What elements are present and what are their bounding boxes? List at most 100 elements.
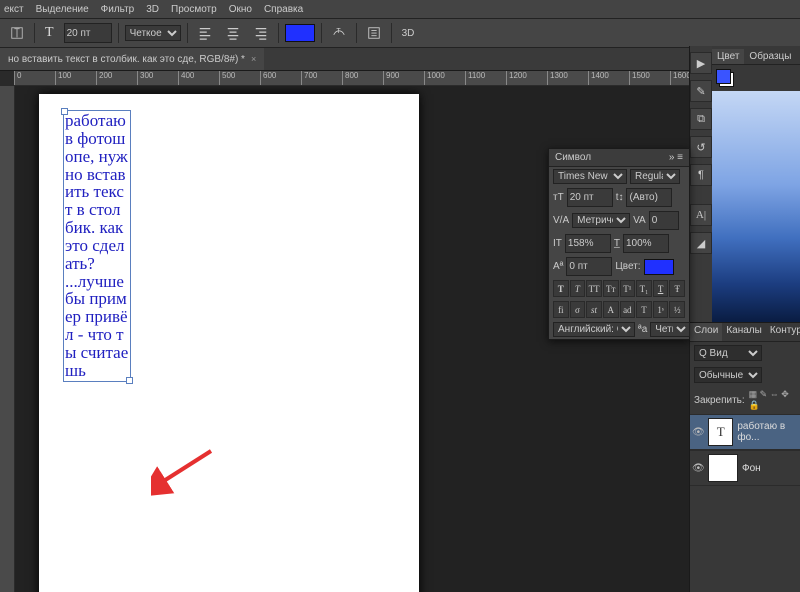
char-panel-icon[interactable] — [363, 24, 385, 42]
text-color-swatch[interactable] — [285, 24, 315, 42]
triangle-icon[interactable]: ◢ — [690, 232, 712, 254]
ot-sigma-button[interactable]: σ — [570, 301, 586, 318]
align-left-icon[interactable] — [194, 24, 216, 42]
leading-field[interactable] — [626, 188, 672, 207]
tab-swatches[interactable]: Образцы — [744, 49, 796, 64]
layer-name[interactable]: Фон — [742, 463, 761, 474]
font-size-input[interactable] — [64, 23, 112, 43]
lock-label: Закрепить: — [694, 395, 745, 406]
font-family-select[interactable]: Times New Ro... — [553, 169, 627, 184]
play-icon[interactable]: ▶ — [690, 52, 712, 74]
ot-a-button[interactable]: A — [603, 301, 619, 318]
tab-paths[interactable]: Контур — [766, 323, 800, 341]
align-right-icon[interactable] — [250, 24, 272, 42]
clone-icon[interactable]: ⧉ — [690, 108, 712, 130]
history-icon[interactable]: ↺ — [690, 136, 712, 158]
ot-st-button[interactable]: st — [586, 301, 602, 318]
3d-icon[interactable]: 3D — [398, 26, 419, 41]
char-aa-select[interactable]: Четкое — [650, 322, 690, 337]
char-a-icon[interactable]: A| — [690, 204, 712, 226]
svg-text:T: T — [336, 28, 341, 35]
char-color-swatch[interactable] — [644, 259, 674, 275]
underline-button[interactable]: T — [653, 280, 669, 297]
menu-3d[interactable]: 3D — [146, 4, 159, 15]
allcaps-button[interactable]: TT — [586, 280, 602, 297]
leading-icon: t↕ — [616, 192, 624, 203]
layer-thumb: T — [708, 418, 733, 446]
kerning-select[interactable]: Метрически — [572, 213, 630, 228]
annotation-arrow — [151, 446, 221, 496]
document-tab[interactable]: но вставить текст в столбик. как это сде… — [0, 48, 264, 70]
tab-color[interactable]: Цвет — [712, 49, 744, 64]
layer-blend-select[interactable]: Обычные — [694, 367, 762, 383]
visibility-icon[interactable]: 👁 — [692, 463, 704, 474]
ot-frac-button[interactable]: ½ — [669, 301, 685, 318]
baseline-field[interactable] — [566, 257, 612, 276]
vscale-field[interactable] — [565, 234, 611, 253]
close-tab-icon[interactable]: × — [251, 54, 256, 64]
menu-text[interactable]: екст — [4, 4, 24, 15]
canvas[interactable]: работаю в фотошопе, нужно вставить текст… — [39, 94, 419, 592]
character-panel-title: Символ — [555, 152, 591, 163]
menu-help[interactable]: Справка — [264, 4, 303, 15]
ruler-horizontal: 0100200300400500600700800900100011001200… — [14, 71, 800, 86]
layer-name[interactable]: работаю в фо... — [737, 421, 798, 443]
faux-bold-button[interactable]: T — [553, 280, 569, 297]
ot-ad-button[interactable]: ad — [620, 301, 636, 318]
canvas-text-content[interactable]: работаю в фотошопе, нужно вставить текст… — [64, 111, 130, 381]
character-panel[interactable]: Символ» ≡ Times New Ro... Regular тТ t↕ … — [548, 148, 690, 340]
tracking-field[interactable] — [649, 211, 679, 230]
superscript-button[interactable]: T¹ — [620, 280, 636, 297]
fg-bg-swatch[interactable] — [716, 69, 734, 87]
main-menu-bar: екст Выделение Фильтр 3D Просмотр Окно С… — [0, 0, 800, 19]
text-orientation-icon[interactable] — [6, 24, 28, 42]
brush-icon[interactable]: ✎ — [690, 80, 712, 102]
baseline-icon: Aª — [553, 261, 563, 272]
aa-icon: ªа — [638, 324, 647, 335]
layer-thumb — [708, 454, 738, 482]
ot-1st-button[interactable]: 1ˢ — [653, 301, 669, 318]
options-bar: T Четкое T 3D — [0, 19, 800, 48]
lock-icons[interactable]: ▦ ✎ ⇔ ✥ 🔒 — [749, 389, 796, 411]
language-select[interactable]: Английский: США — [553, 322, 635, 337]
tab-channels[interactable]: Каналы — [722, 323, 766, 341]
layer-item-background[interactable]: 👁 Фон — [690, 450, 800, 486]
document-title: но вставить текст в столбик. как это сде… — [8, 54, 245, 65]
menu-window[interactable]: Окно — [229, 4, 252, 15]
paragraph-icon[interactable]: ¶ — [690, 164, 712, 186]
faux-italic-button[interactable]: T — [570, 280, 586, 297]
ot-fi-button[interactable]: fi — [553, 301, 569, 318]
size-icon: тТ — [553, 192, 564, 203]
layer-filter-select[interactable]: Q Вид — [694, 345, 762, 361]
menu-select[interactable]: Выделение — [36, 4, 89, 15]
menu-view[interactable]: Просмотр — [171, 4, 217, 15]
hscale-field[interactable] — [623, 234, 669, 253]
document-tab-bar: но вставить текст в столбик. как это сде… — [0, 48, 800, 71]
warp-text-icon[interactable]: T — [328, 24, 350, 42]
subscript-button[interactable]: T₁ — [636, 280, 652, 297]
strike-button[interactable]: Ŧ — [669, 280, 685, 297]
font-size-field[interactable] — [567, 188, 613, 207]
tracking-icon: VA — [633, 215, 646, 226]
tab-layers[interactable]: Слои — [690, 323, 722, 341]
anti-alias-select[interactable]: Четкое — [125, 25, 181, 41]
tab-navigator[interactable]: Навига — [796, 49, 800, 64]
panel-menu-icon[interactable]: » ≡ — [669, 152, 683, 163]
vscale-icon: IT — [553, 238, 562, 249]
align-center-icon[interactable] — [222, 24, 244, 42]
kerning-icon: V/A — [553, 215, 569, 226]
type-style-buttons: T T TT Tᴛ T¹ T₁ T Ŧ — [549, 278, 689, 299]
ruler-vertical — [0, 86, 15, 592]
visibility-icon[interactable]: 👁 — [692, 427, 704, 438]
hscale-icon: T̲ — [614, 238, 620, 249]
opentype-buttons: fi σ st A ad T 1ˢ ½ — [549, 299, 689, 320]
layers-panel: Слои Каналы Контур Q Вид Обычные Закрепи… — [690, 322, 800, 592]
type-tool-icon[interactable]: T — [41, 23, 58, 43]
font-weight-select[interactable]: Regular — [630, 169, 680, 184]
smallcaps-button[interactable]: Tᴛ — [603, 280, 619, 297]
menu-filter[interactable]: Фильтр — [101, 4, 135, 15]
ot-t-button[interactable]: T — [636, 301, 652, 318]
color-picker-gradient[interactable] — [712, 91, 800, 359]
layer-item-text[interactable]: 👁 T работаю в фо... — [690, 414, 800, 450]
text-bounding-box[interactable]: работаю в фотошопе, нужно вставить текст… — [63, 110, 131, 382]
